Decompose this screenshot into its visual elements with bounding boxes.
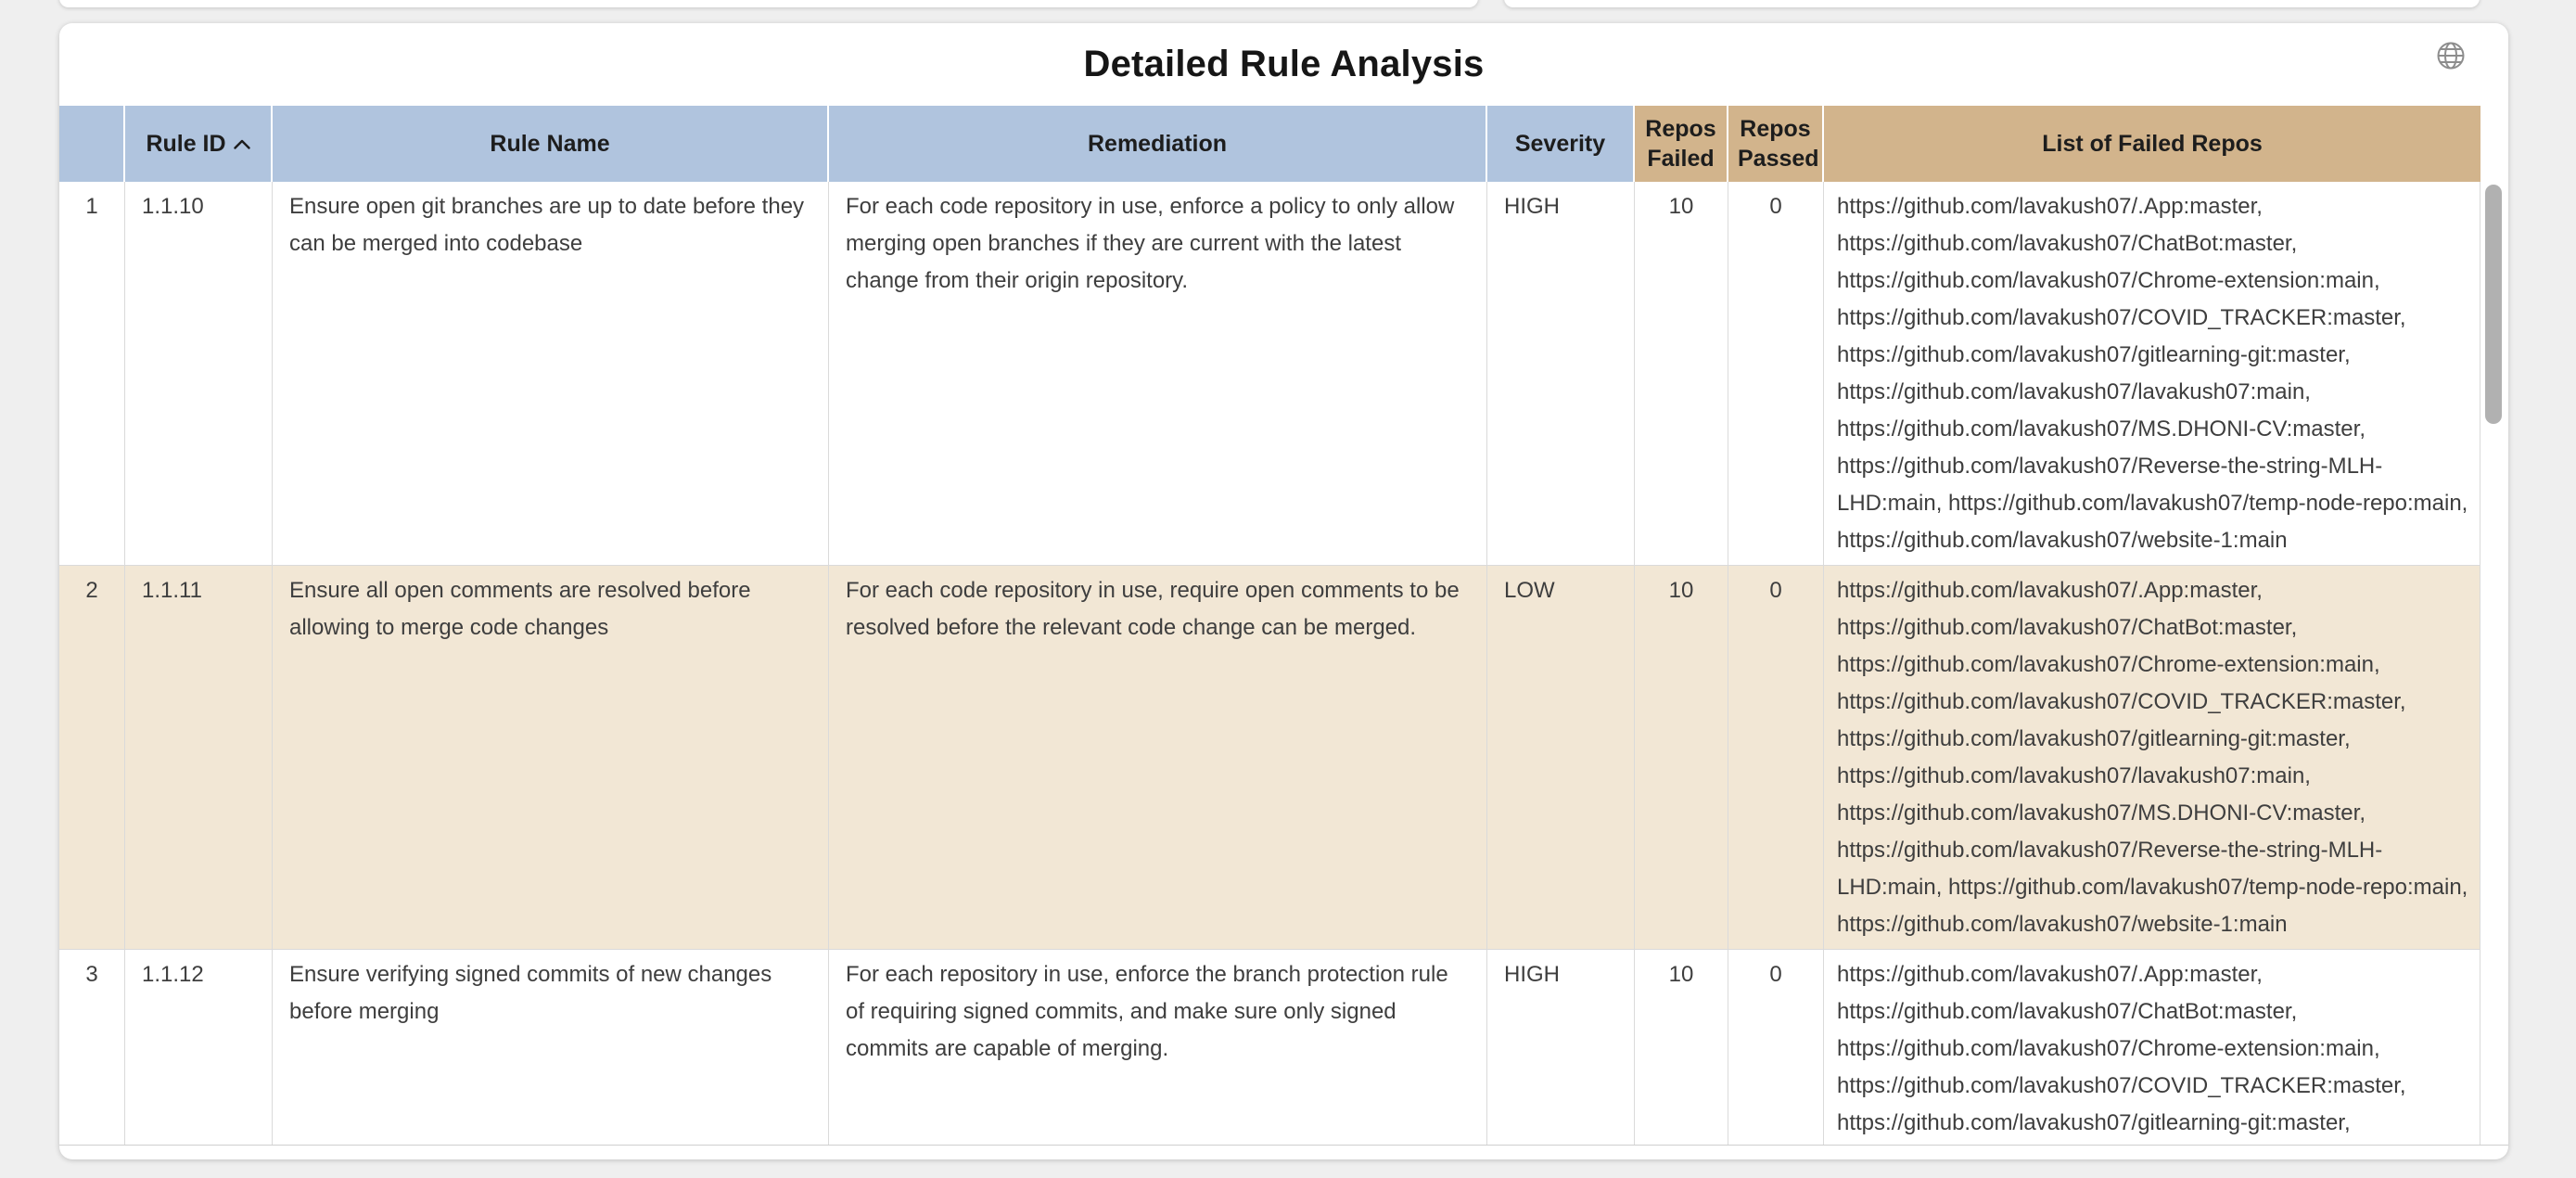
globe-icon[interactable] <box>2436 41 2466 70</box>
scrollbar-thumb[interactable] <box>2485 185 2502 424</box>
cell-repos-passed: 0 <box>1728 566 1824 950</box>
card-header: Detailed Rule Analysis <box>59 23 2508 106</box>
column-header-rule-id-label: Rule ID <box>146 131 225 157</box>
cell-severity: HIGH <box>1487 182 1635 566</box>
cell-rule-id: 1.1.10 <box>125 182 273 566</box>
cell-remediation: For each code repository in use, require… <box>829 566 1487 950</box>
cell-repos-failed: 10 <box>1635 182 1728 566</box>
cell-remediation: For each code repository in use, enforce… <box>829 182 1487 566</box>
cell-repos-passed: 0 <box>1728 950 1824 1146</box>
rule-analysis-table-viewport: Rule ID Rule Name Remediation Severity R… <box>59 106 2508 1146</box>
cell-rule-id: 1.1.12 <box>125 950 273 1146</box>
cell-rule-name: Ensure open git branches are up to date … <box>273 182 829 566</box>
chevron-up-icon <box>234 139 250 149</box>
column-header-failed-repos[interactable]: List of Failed Repos <box>1824 106 2480 182</box>
top-card-right <box>1504 0 2480 7</box>
page-title: Detailed Rule Analysis <box>1084 44 1485 85</box>
column-header-repos-failed[interactable]: Repos Failed <box>1635 106 1728 182</box>
table-header-row: Rule ID Rule Name Remediation Severity R… <box>59 106 2480 182</box>
cell-rule-name: Ensure all open comments are resolved be… <box>273 566 829 950</box>
column-header-severity[interactable]: Severity <box>1487 106 1635 182</box>
column-header-rule-name[interactable]: Rule Name <box>273 106 829 182</box>
top-card-left <box>59 0 1478 7</box>
cell-severity: HIGH <box>1487 950 1635 1146</box>
cell-repos-passed: 0 <box>1728 182 1824 566</box>
column-header-index <box>59 106 125 182</box>
detailed-rule-analysis-card: Detailed Rule Analysis Rule ID <box>59 23 2508 1159</box>
cell-remediation: For each repository in use, enforce the … <box>829 950 1487 1146</box>
table-row: 1 1.1.10 Ensure open git branches are up… <box>59 182 2480 566</box>
cell-failed-repos: https://github.com/lavakush07/.App:maste… <box>1824 566 2480 950</box>
rule-analysis-table: Rule ID Rule Name Remediation Severity R… <box>59 106 2480 1146</box>
column-header-rule-id[interactable]: Rule ID <box>125 106 273 182</box>
column-header-repos-passed[interactable]: Repos Passed <box>1728 106 1824 182</box>
cell-index: 3 <box>59 950 125 1146</box>
cell-failed-repos: https://github.com/lavakush07/.App:maste… <box>1824 950 2480 1146</box>
cell-repos-failed: 10 <box>1635 950 1728 1146</box>
cell-severity: LOW <box>1487 566 1635 950</box>
cell-rule-name: Ensure verifying signed commits of new c… <box>273 950 829 1146</box>
table-row: 3 1.1.12 Ensure verifying signed commits… <box>59 950 2480 1146</box>
column-header-remediation[interactable]: Remediation <box>829 106 1487 182</box>
cell-index: 2 <box>59 566 125 950</box>
cell-repos-failed: 10 <box>1635 566 1728 950</box>
vertical-scrollbar[interactable] <box>2480 182 2508 1146</box>
cell-failed-repos: https://github.com/lavakush07/.App:maste… <box>1824 182 2480 566</box>
cell-index: 1 <box>59 182 125 566</box>
table-row: 2 1.1.11 Ensure all open comments are re… <box>59 566 2480 950</box>
cell-rule-id: 1.1.11 <box>125 566 273 950</box>
